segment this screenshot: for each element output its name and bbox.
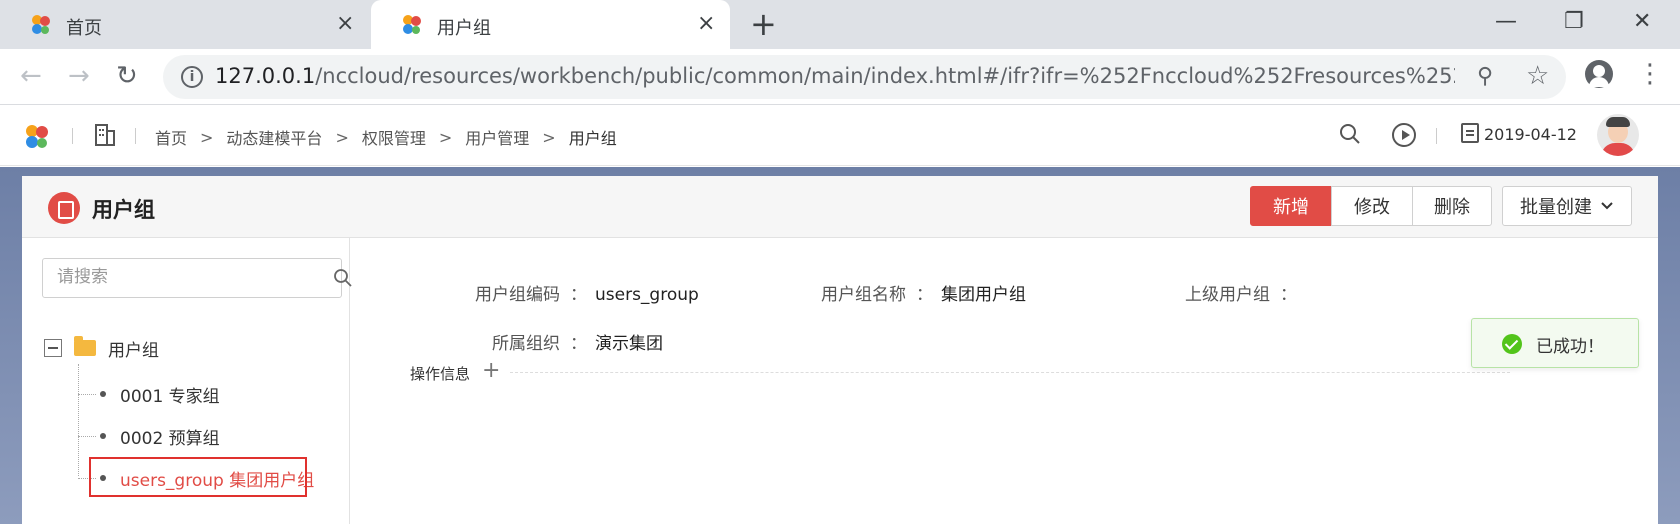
calendar-icon[interactable]: [1461, 123, 1479, 143]
breadcrumb-current: 用户组: [568, 129, 617, 148]
play-icon[interactable]: [1392, 123, 1416, 147]
tree-panel: 用户组 0001 专家组 0002 预算组 users_group 集团用户组: [22, 238, 352, 524]
building-icon[interactable]: [94, 123, 116, 147]
url-text[interactable]: 127.0.0.1/nccloud/resources/workbench/pu…: [215, 64, 1455, 88]
field-label: 上级用户组: [1185, 285, 1270, 305]
browser-tab-home[interactable]: 首页 ×: [0, 0, 370, 49]
close-icon[interactable]: ×: [697, 12, 715, 36]
card-header: 用户组 新增 修改 删除 批量创建: [22, 176, 1658, 238]
new-tab-button[interactable]: +: [750, 8, 777, 40]
add-button[interactable]: 新增: [1250, 186, 1332, 226]
edit-button[interactable]: 修改: [1331, 186, 1413, 226]
field-label: 所属组织: [492, 334, 560, 354]
chevron-right-icon: >: [200, 127, 214, 147]
expand-plus-icon[interactable]: +: [482, 360, 500, 382]
breadcrumb-item[interactable]: 首页: [155, 125, 187, 149]
bullet-icon: [100, 433, 106, 439]
breadcrumb-item[interactable]: 权限管理: [362, 125, 426, 149]
search-icon[interactable]: [1338, 122, 1362, 146]
forward-icon[interactable]: →: [68, 62, 90, 90]
batch-create-button[interactable]: 批量创建: [1502, 186, 1632, 226]
site-info-icon[interactable]: i: [181, 66, 203, 88]
browser-tab-user-group[interactable]: 用户组 ×: [371, 0, 730, 49]
bookmark-star-icon[interactable]: ☆: [1526, 61, 1549, 91]
operation-info-label: 操作信息: [410, 365, 471, 383]
search-input[interactable]: [57, 267, 297, 287]
divider: [510, 372, 1510, 373]
check-circle-icon: [1502, 334, 1522, 354]
field-label: 用户组编码: [475, 285, 560, 305]
close-icon[interactable]: ×: [336, 12, 354, 36]
browser-toolbar: ← → ↻ i 127.0.0.1/nccloud/resources/work…: [0, 49, 1680, 105]
back-icon[interactable]: ←: [20, 62, 42, 90]
breadcrumb-item[interactable]: 用户管理: [465, 125, 529, 149]
app-header: 首页 > 动态建模平台 > 权限管理 > 用户管理 > 用户组 2019-04-…: [0, 106, 1680, 166]
zoom-icon[interactable]: ⚲: [1477, 64, 1493, 89]
window-close-icon[interactable]: ✕: [1633, 8, 1651, 36]
collapse-icon[interactable]: [44, 339, 62, 357]
minimize-icon[interactable]: —: [1495, 8, 1517, 36]
selection-highlight-box: [89, 457, 307, 497]
field-group-code: 用户组编码： users_group: [450, 280, 699, 305]
chevron-right-icon: >: [542, 127, 556, 147]
breadcrumb: 首页 > 动态建模平台 > 权限管理 > 用户管理 > 用户组: [155, 125, 617, 149]
app-favicon-icon: [403, 15, 421, 34]
detail-panel: 用户组编码： users_group 用户组名称：集团用户组 上级用户组： 所属组…: [350, 238, 1658, 524]
folder-open-icon: [74, 336, 96, 356]
field-value: 演示集团: [595, 334, 663, 354]
divider: [72, 128, 73, 144]
field-group-name: 用户组名称：集团用户组: [816, 280, 1026, 305]
tree-node-label: 0002 预算组: [120, 428, 220, 449]
app-favicon-icon: [32, 15, 50, 34]
field-organization: 所属组织：演示集团: [450, 329, 663, 354]
batch-create-label: 批量创建: [1520, 197, 1592, 218]
browser-tab-strip: 首页 × 用户组 × + — ❐ ✕: [0, 0, 1680, 49]
business-date[interactable]: 2019-04-12: [1484, 125, 1577, 144]
tree-search[interactable]: [42, 258, 352, 298]
breadcrumb-item[interactable]: 动态建模平台: [226, 125, 322, 149]
tab-label: 用户组: [437, 18, 491, 39]
tree-node-label: 0001 专家组: [120, 386, 220, 407]
avatar[interactable]: [1597, 114, 1639, 156]
success-toast: 已成功！: [1471, 318, 1639, 368]
reload-icon[interactable]: ↻: [116, 62, 138, 90]
chevron-down-icon: [1601, 202, 1613, 210]
tree-node[interactable]: 0002 预算组: [78, 421, 220, 451]
app-logo-icon[interactable]: [24, 124, 50, 150]
bullet-icon: [100, 391, 106, 397]
main-card: 用户组 新增 修改 删除 批量创建 用户组 0001 专家组: [22, 176, 1658, 524]
tree-node-label: 用户组: [108, 340, 159, 361]
tab-label: 首页: [66, 18, 102, 39]
browser-menu-icon[interactable]: ⋮: [1637, 60, 1663, 88]
address-bar[interactable]: i 127.0.0.1/nccloud/resources/workbench/…: [163, 55, 1566, 99]
page-title: 用户组: [92, 198, 155, 222]
field-label: 用户组名称: [821, 285, 906, 305]
chevron-right-icon: >: [335, 127, 349, 147]
restore-icon[interactable]: ❐: [1564, 8, 1584, 36]
tree-node[interactable]: 0001 专家组: [78, 379, 220, 409]
divider: [1436, 128, 1437, 144]
toast-message: 已成功！: [1536, 337, 1604, 357]
field-parent-group: 上级用户组：: [1180, 280, 1305, 305]
chevron-right-icon: >: [438, 127, 453, 147]
delete-button[interactable]: 删除: [1412, 186, 1492, 226]
divider: [135, 128, 136, 144]
page-title-icon: [48, 192, 80, 224]
field-value: users_group: [595, 285, 699, 305]
field-value: 集团用户组: [941, 285, 1026, 305]
profile-icon[interactable]: [1585, 60, 1613, 88]
tree-root-node[interactable]: 用户组: [44, 333, 159, 363]
